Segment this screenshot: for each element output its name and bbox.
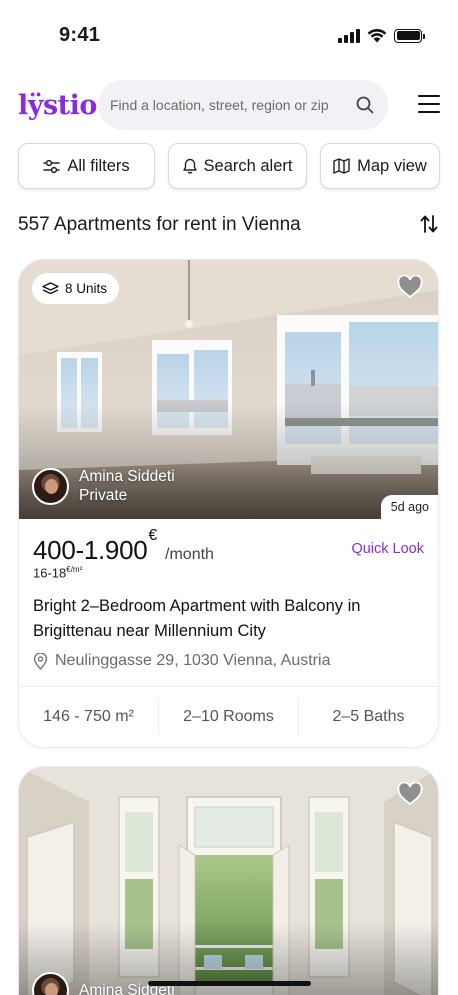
battery-icon	[394, 28, 425, 43]
address-text: Neulinggasse 29, 1030 Vienna, Austria	[55, 652, 331, 669]
stat-baths: 2–5 Baths	[298, 700, 438, 734]
owner-info[interactable]: Amina Siddeti Private	[32, 467, 175, 505]
wifi-icon	[367, 28, 387, 43]
stat-area: 146 - 750 m²	[43, 708, 134, 725]
map-view-button[interactable]: Map view	[320, 143, 440, 189]
price-range: 400-1.900€	[33, 527, 158, 565]
sliders-icon	[43, 159, 61, 173]
avatar[interactable]	[32, 972, 69, 995]
avatar[interactable]	[32, 467, 69, 505]
search-bar[interactable]	[98, 80, 388, 130]
status-icons	[338, 28, 425, 43]
listing-card[interactable]: Amina Siddeti	[18, 766, 439, 995]
listing-stats: 146 - 750 m² 2–10 Rooms 2–5 Baths	[19, 686, 438, 747]
listing-photo[interactable]: 8 Units Amina Siddeti Private 5d ago	[19, 260, 438, 519]
apartment-photo	[19, 767, 438, 995]
app-header: lÿstio	[18, 80, 440, 130]
quick-look-link[interactable]: Quick Look	[351, 541, 424, 557]
sort-icon[interactable]	[420, 214, 438, 234]
menu-icon[interactable]	[418, 95, 440, 113]
owner-type: Private	[79, 487, 128, 504]
price-per-sqm: 16-18€/m²	[33, 565, 83, 581]
logo[interactable]: lÿstio	[18, 90, 97, 121]
results-header: 557 Apartments for rent in Vienna	[18, 212, 440, 240]
listing-age-badge: 5d ago	[380, 495, 438, 519]
map-view-label: Map view	[357, 156, 427, 175]
home-indicator[interactable]	[148, 981, 311, 986]
listing-address: Neulinggasse 29, 1030 Vienna, Austria	[33, 652, 330, 670]
units-badge: 8 Units	[32, 273, 120, 304]
map-icon	[333, 158, 350, 174]
stat-rooms: 2–10 Rooms	[158, 700, 298, 734]
search-alert-button[interactable]: Search alert	[168, 143, 307, 189]
listing-card[interactable]: 8 Units Amina Siddeti Private 5d ago 400…	[18, 259, 439, 748]
status-time: 9:41	[59, 24, 101, 46]
owner-name: Amina Siddeti	[79, 468, 175, 485]
all-filters-label: All filters	[67, 156, 130, 175]
listing-photo[interactable]: Amina Siddeti	[19, 767, 438, 995]
listing-title[interactable]: Bright 2–Bedroom Apartment with Balcony …	[33, 594, 423, 644]
layers-icon	[42, 281, 59, 294]
price-row: 400-1.900€ /month	[33, 527, 214, 566]
heart-icon[interactable]	[397, 275, 423, 299]
search-alert-label: Search alert	[203, 156, 293, 175]
all-filters-button[interactable]: All filters	[18, 143, 155, 189]
location-pin-icon	[33, 652, 48, 670]
results-title: 557 Apartments for rent in Vienna	[18, 214, 301, 235]
search-input[interactable]	[110, 97, 350, 113]
signal-icon	[338, 28, 360, 43]
bell-icon	[182, 158, 197, 174]
price-currency: €	[148, 527, 158, 544]
status-bar: 9:41	[0, 0, 458, 72]
filter-bar: All filters Search alert Map view	[18, 143, 440, 189]
price-period: /month	[165, 546, 214, 563]
heart-icon[interactable]	[397, 782, 423, 806]
search-icon[interactable]	[356, 96, 374, 114]
units-count: 8 Units	[65, 281, 108, 296]
